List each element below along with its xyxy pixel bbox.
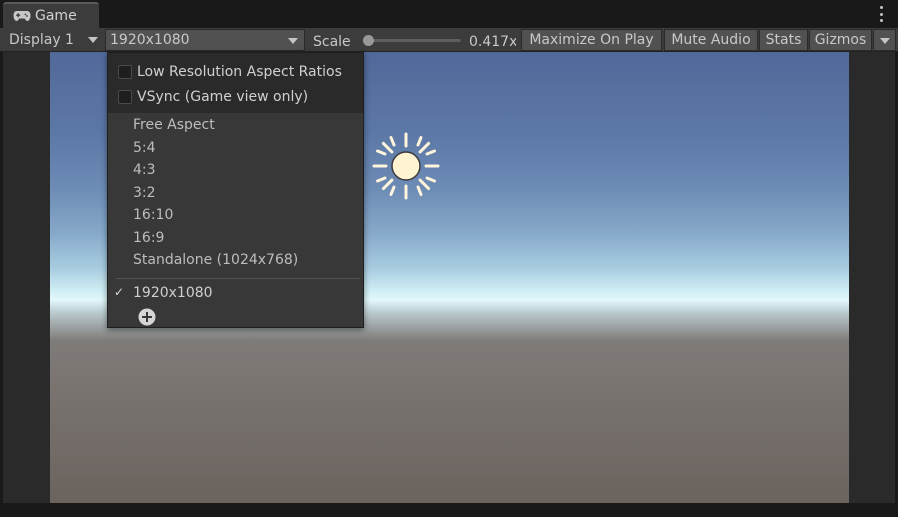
gizmos-button[interactable]: Gizmos xyxy=(809,29,872,51)
menu-item-3-2[interactable]: 3:2 xyxy=(133,183,156,203)
tab-title: Game xyxy=(35,8,77,24)
resolution-label: 1920x1080 xyxy=(110,32,190,48)
menu-item-standalone[interactable]: Standalone (1024x768) xyxy=(133,250,298,270)
resolution-menu: Low Resolution Aspect Ratios VSync (Game… xyxy=(107,52,364,328)
menu-item-1920x1080[interactable]: 1920x1080 xyxy=(133,283,213,303)
checkbox-label: VSync (Game view only) xyxy=(137,89,309,105)
checkbox[interactable] xyxy=(118,90,132,104)
menu-item-16-9[interactable]: 16:9 xyxy=(133,228,164,248)
tab-bar: Game xyxy=(0,0,898,28)
gamepad-icon xyxy=(13,11,31,21)
tab-game[interactable]: Game xyxy=(3,2,99,28)
mute-audio-button[interactable]: Mute Audio xyxy=(664,29,758,51)
maximize-on-play-button[interactable]: Maximize On Play xyxy=(521,29,662,51)
chevron-down-icon xyxy=(880,38,890,44)
menu-item-5-4[interactable]: 5:4 xyxy=(133,138,156,158)
checkmark-icon: ✓ xyxy=(114,285,125,299)
scale-slider-handle[interactable] xyxy=(363,35,374,46)
scale-value: 0.417x xyxy=(469,34,516,50)
display-dropdown[interactable]: Display 1 xyxy=(3,29,104,51)
checkbox[interactable] xyxy=(118,65,132,79)
menu-item-16-10[interactable]: 16:10 xyxy=(133,205,173,225)
resolution-dropdown[interactable]: 1920x1080 xyxy=(105,29,305,51)
gizmos-dropdown[interactable] xyxy=(873,29,896,51)
vsync-toggle[interactable]: VSync (Game view only) xyxy=(118,86,308,108)
display-label: Display 1 xyxy=(9,32,74,48)
stats-button[interactable]: Stats xyxy=(759,29,808,51)
low-resolution-toggle[interactable]: Low Resolution Aspect Ratios xyxy=(118,61,342,83)
chevron-down-icon xyxy=(88,37,98,43)
checkbox-label: Low Resolution Aspect Ratios xyxy=(137,64,342,80)
viewport-letterbox-right xyxy=(849,52,895,503)
menu-divider xyxy=(116,278,360,279)
sun-icon xyxy=(372,132,440,200)
menu-item-4-3[interactable]: 4:3 xyxy=(133,160,156,180)
menu-item-free-aspect[interactable]: Free Aspect xyxy=(133,115,215,135)
more-options-icon[interactable] xyxy=(876,6,886,22)
plus-circle-icon[interactable] xyxy=(138,308,156,326)
chevron-down-icon xyxy=(288,38,298,44)
scale-slider-track[interactable] xyxy=(369,39,461,42)
viewport-letterbox-left xyxy=(3,52,50,503)
scale-label: Scale xyxy=(313,34,351,50)
